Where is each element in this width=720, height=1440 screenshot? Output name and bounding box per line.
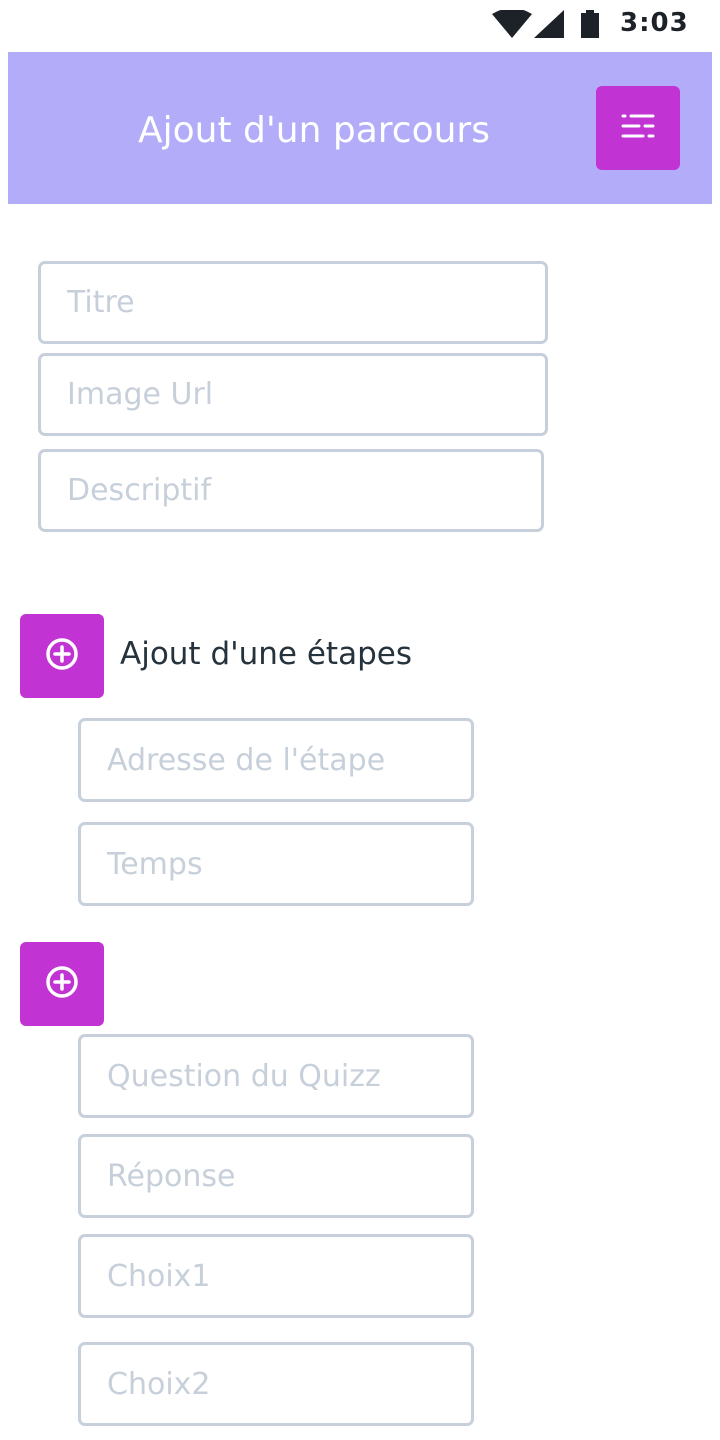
sliders-icon bbox=[620, 111, 656, 145]
description-input[interactable] bbox=[38, 449, 544, 532]
step-address-input[interactable] bbox=[78, 718, 474, 802]
signal-icon bbox=[534, 10, 564, 44]
add-quiz-button[interactable] bbox=[20, 942, 104, 1026]
plus-circle-icon bbox=[45, 637, 79, 675]
battery-icon bbox=[580, 10, 600, 44]
page-title: Ajout d'un parcours bbox=[138, 110, 490, 151]
quiz-choice2-input[interactable] bbox=[78, 1342, 474, 1426]
quiz-question-input[interactable] bbox=[78, 1034, 474, 1118]
add-step-label: Ajout d'une étapes bbox=[120, 636, 412, 672]
image-url-input[interactable] bbox=[38, 353, 548, 436]
status-time: 3:03 bbox=[620, 8, 689, 38]
add-step-button[interactable] bbox=[20, 614, 104, 698]
menu-button[interactable] bbox=[596, 86, 680, 170]
plus-circle-icon bbox=[45, 965, 79, 1003]
quiz-answer-input[interactable] bbox=[78, 1134, 474, 1218]
app-header: Ajout d'un parcours bbox=[8, 52, 712, 204]
status-bar: 3:03 bbox=[0, 0, 720, 48]
quiz-choice1-input[interactable] bbox=[78, 1234, 474, 1318]
step-time-input[interactable] bbox=[78, 822, 474, 906]
title-input[interactable] bbox=[38, 261, 548, 344]
wifi-icon bbox=[492, 8, 532, 44]
